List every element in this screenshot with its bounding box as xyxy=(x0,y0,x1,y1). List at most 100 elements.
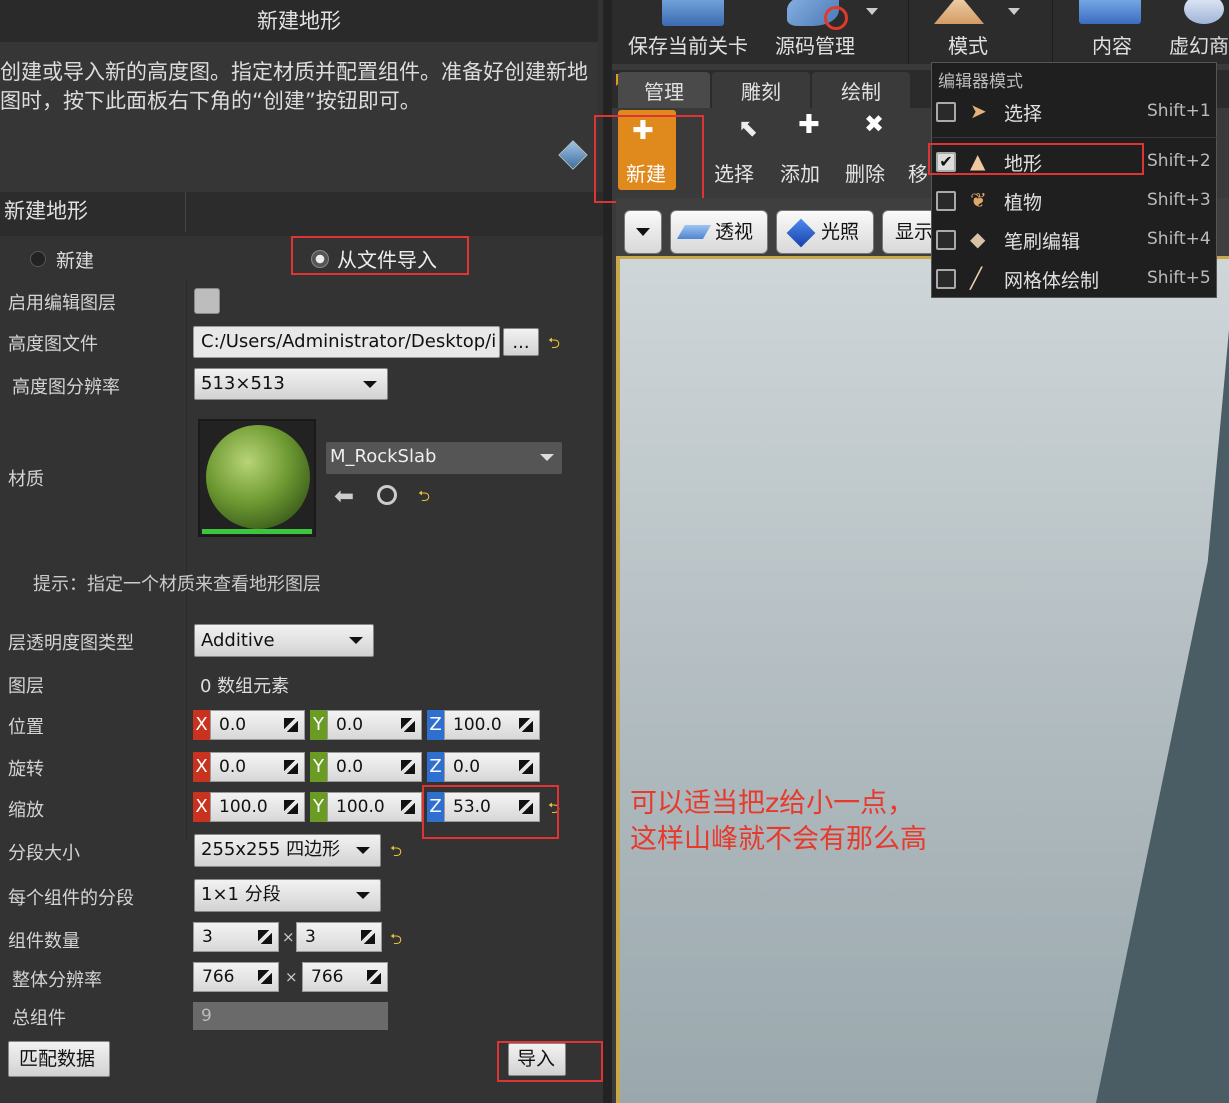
scale-y-value: 100.0 xyxy=(336,797,385,817)
overall-res-label: 整体分辨率 xyxy=(12,970,102,991)
heightmap-res-dropdown[interactable]: 513×513 xyxy=(194,368,388,400)
content-icon xyxy=(1079,0,1141,24)
location-x-value: 0.0 xyxy=(219,715,247,735)
marketplace-button[interactable]: 虚幻商 xyxy=(1169,34,1229,58)
tool-move-button[interactable]: 移 xyxy=(908,158,928,187)
tab-paint[interactable]: 绘制 xyxy=(812,72,910,110)
landscape-mode-highlight xyxy=(928,143,1144,175)
section-size-dropdown[interactable]: 255x255 四边形 xyxy=(194,834,381,867)
source-control-button[interactable]: 源码管理 xyxy=(775,34,855,58)
mode-item-label: 网格体绘制 xyxy=(1004,270,1100,292)
mode-item-shortcut: Shift+4 xyxy=(1147,229,1211,249)
no-source-control-icon xyxy=(824,6,848,30)
axis-y-label: Y xyxy=(310,710,327,740)
location-y-value: 0.0 xyxy=(336,715,364,735)
mode-item-mesh-paint[interactable]: ╱ 网格体绘制 Shift+5 xyxy=(932,259,1218,298)
scale-z-highlight xyxy=(422,785,559,839)
axis-z-label: Z xyxy=(427,710,444,740)
axis-x-label: X xyxy=(193,710,210,740)
import-button[interactable]: 导入 xyxy=(508,1043,566,1076)
use-selected-arrow-icon[interactable]: ⬅ xyxy=(334,482,354,510)
location-label: 位置 xyxy=(8,717,44,738)
layer-alpha-dropdown[interactable]: Additive xyxy=(194,624,374,657)
num-components-b-value: 3 xyxy=(305,927,316,947)
reset-icon[interactable]: ⮌ xyxy=(548,333,560,358)
material-thumbnail[interactable] xyxy=(198,419,316,537)
material-hint: 提示：指定一个材质来查看地形图层 xyxy=(33,574,321,595)
heightmap-file-input[interactable]: C:/Users/Administrator/Desktop/i xyxy=(193,326,500,358)
mode-item-shortcut: Shift+3 xyxy=(1147,190,1211,210)
fit-data-button[interactable]: 匹配数据 xyxy=(8,1041,110,1077)
save-level-button[interactable]: 保存当前关卡 xyxy=(628,34,748,58)
mode-item-brush-edit[interactable]: ◆ 笔刷编辑 Shift+4 xyxy=(932,220,1218,259)
perspective-button[interactable]: 透视 xyxy=(670,210,768,254)
spin-icon xyxy=(401,800,415,814)
sections-per-comp-value: 1×1 分段 xyxy=(201,884,281,905)
paint-brush-icon: ╱ xyxy=(970,266,983,290)
browse-button[interactable]: ... xyxy=(503,328,539,356)
location-z-value: 100.0 xyxy=(453,715,502,735)
location-y-input[interactable]: 0.0 xyxy=(327,710,422,740)
panel-description: 创建或导入新的高度图。指定材质并配置组件。准备好创建新地图时，按下此面板右下角的… xyxy=(0,60,588,113)
scale-label: 缩放 xyxy=(8,800,44,821)
rotation-y-value: 0.0 xyxy=(336,757,364,777)
checkbox xyxy=(936,102,956,122)
reset-icon[interactable]: ⮌ xyxy=(390,929,402,954)
chevron-down-icon xyxy=(356,847,370,854)
tab-sculpt[interactable]: 雕刻 xyxy=(712,72,810,110)
rotation-x-input[interactable]: 0.0 xyxy=(210,752,305,782)
sections-per-comp-dropdown[interactable]: 1×1 分段 xyxy=(194,879,381,912)
spin-icon xyxy=(401,760,415,774)
chevron-down-icon[interactable] xyxy=(1008,8,1020,15)
save-icon xyxy=(662,0,724,26)
content-button[interactable]: 内容 xyxy=(1092,34,1132,58)
reset-icon[interactable]: ⮌ xyxy=(390,841,402,866)
checkbox xyxy=(936,269,956,289)
overall-res-a-input[interactable]: 766 xyxy=(193,962,279,992)
tool-select-button[interactable]: 选择 xyxy=(714,158,754,187)
reset-icon[interactable]: ⮌ xyxy=(418,486,430,511)
material-label: 材质 xyxy=(8,469,44,490)
main-toolbar: 保存当前关卡 源码管理 模式 内容 虚幻商 xyxy=(612,0,1229,64)
modes-button[interactable]: 模式 xyxy=(948,34,988,58)
num-components-label: 组件数量 xyxy=(8,931,80,952)
material-value: M_RockSlab xyxy=(330,446,437,467)
num-components-a-input[interactable]: 3 xyxy=(193,922,279,952)
total-components-label: 总组件 xyxy=(12,1008,66,1029)
rotation-label: 旋转 xyxy=(8,759,44,780)
heightmap-res-value: 513×513 xyxy=(201,373,285,394)
menu-divider xyxy=(932,137,1218,138)
chevron-down-icon[interactable] xyxy=(866,8,878,15)
num-components-b-input[interactable]: 3 xyxy=(296,922,382,952)
rotation-y-input[interactable]: 0.0 xyxy=(327,752,422,782)
overall-res-b-input[interactable]: 766 xyxy=(302,962,388,992)
browse-search-icon[interactable] xyxy=(377,485,397,505)
spin-icon xyxy=(258,970,272,984)
rotation-x-value: 0.0 xyxy=(219,757,247,777)
add-plus-icon: ✚ xyxy=(798,110,820,140)
enable-edit-layers-checkbox[interactable] xyxy=(194,288,220,314)
section-size-label: 分段大小 xyxy=(8,843,80,864)
total-components-value: 9 xyxy=(193,1002,388,1030)
mode-item-foliage[interactable]: ❦ 植物 Shift+3 xyxy=(932,181,1218,220)
toolbar-divider xyxy=(908,0,909,64)
scale-y-input[interactable]: 100.0 xyxy=(327,792,422,822)
scale-x-input[interactable]: 100.0 xyxy=(210,792,305,822)
viewport-options-button[interactable] xyxy=(624,210,662,254)
material-dropdown[interactable]: M_RockSlab xyxy=(326,442,562,474)
axis-z-label: Z xyxy=(427,752,444,782)
lit-button[interactable]: 光照 xyxy=(776,210,874,254)
rotation-z-input[interactable]: 0.0 xyxy=(444,752,540,782)
modes-icon xyxy=(934,0,984,24)
mode-item-select[interactable]: ➤ 选择 Shift+1 xyxy=(932,92,1218,131)
spin-icon xyxy=(284,800,298,814)
location-z-input[interactable]: 100.0 xyxy=(444,710,540,740)
tool-add-button[interactable]: 添加 xyxy=(780,158,820,187)
foliage-icon: ❦ xyxy=(970,188,987,212)
num-components-a-value: 3 xyxy=(202,927,213,947)
tab-manage[interactable]: 管理 xyxy=(618,72,710,110)
tool-delete-button[interactable]: 删除 xyxy=(845,158,885,187)
chevron-down-icon xyxy=(540,454,554,461)
toolbar-divider xyxy=(1052,0,1053,64)
location-x-input[interactable]: 0.0 xyxy=(210,710,305,740)
